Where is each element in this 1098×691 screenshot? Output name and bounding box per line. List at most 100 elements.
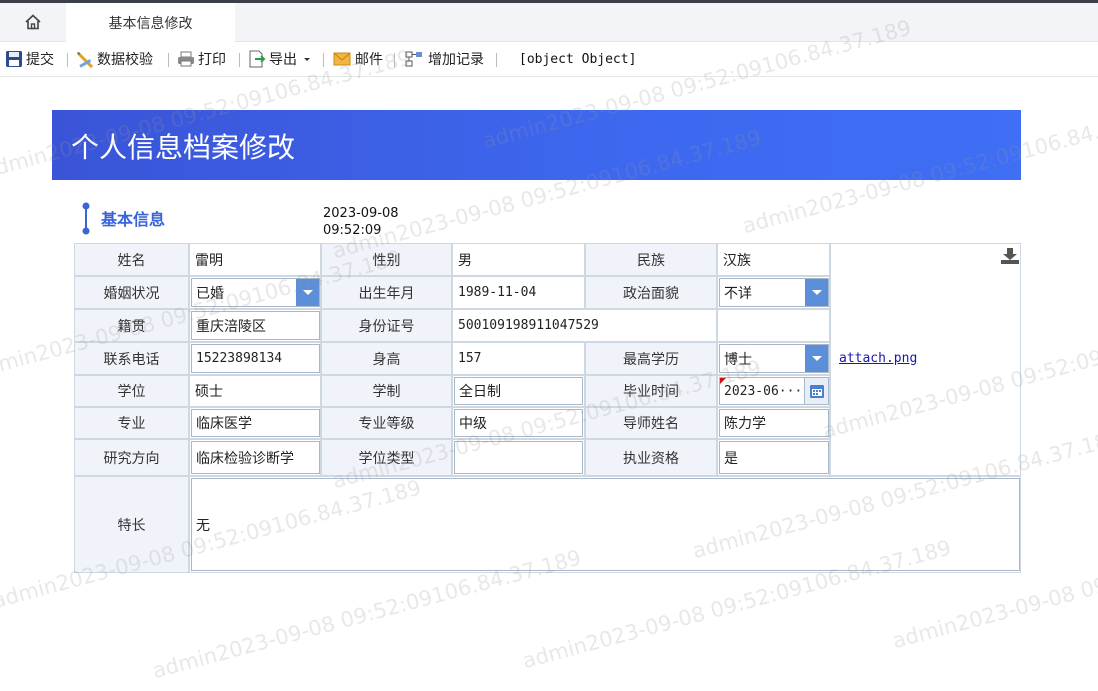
political-value: 不详 (724, 285, 752, 302)
add-record-button[interactable]: 增加记录 (403, 42, 484, 76)
add-record-icon (405, 51, 422, 67)
idcard-label: 身份证号 (321, 309, 452, 342)
political-dropdown-button[interactable] (805, 279, 828, 306)
schooling-label: 学制 (321, 375, 452, 407)
license-input[interactable]: 是 (719, 441, 829, 474)
section-date: 2023-09-08 (323, 206, 399, 221)
marital-value: 已婚 (196, 285, 224, 302)
birth-label: 出生年月 (321, 276, 452, 309)
tutor-value: 陈力学 (724, 416, 766, 432)
save-icon (6, 51, 22, 67)
marital-label: 婚姻状况 (74, 276, 189, 309)
mail-label: 邮件 (355, 52, 383, 68)
home-icon (25, 14, 41, 30)
pencil-ruler-icon (76, 51, 94, 68)
toolbar-divider (496, 53, 497, 67)
print-label: 打印 (198, 52, 226, 68)
validate-label: 数据校验 (97, 52, 153, 68)
major-value: 临床医学 (196, 416, 252, 432)
export-button[interactable]: 导出 (248, 42, 312, 76)
name-label: 姓名 (74, 243, 189, 276)
edu-label: 最高学历 (585, 342, 717, 375)
download-icon[interactable] (1000, 247, 1020, 265)
native-cell: 重庆涪陵区 (189, 309, 321, 342)
changed-marker-icon (720, 378, 726, 384)
edu-dropdown-button[interactable] (805, 345, 828, 372)
empty-cell (717, 309, 830, 342)
license-label: 执业资格 (585, 439, 717, 476)
section-time: 09:52:09 (323, 223, 382, 238)
phone-label: 联系电话 (74, 342, 189, 375)
marital-dropdown-button[interactable] (296, 279, 319, 306)
envelope-icon (333, 52, 351, 66)
political-label: 政治面貌 (585, 276, 717, 309)
mail-button[interactable]: 邮件 (332, 42, 383, 76)
edu-cell: 博士 (717, 342, 830, 375)
toolbar: 提交 数据校验 打印 导出 邮件 增加记录 [object Object] (0, 42, 1098, 77)
political-cell: 不详 (717, 276, 830, 309)
edu-value: 博士 (724, 351, 752, 368)
major-level-label: 专业等级 (321, 407, 452, 439)
marital-select[interactable]: 已婚 (191, 278, 320, 307)
tab-bar: 基本信息修改 (0, 3, 1098, 42)
license-value: 是 (724, 450, 738, 467)
schooling-input[interactable]: 全日制 (454, 377, 583, 405)
section-timestamp: 2023-09-08 09:52:09 (323, 205, 413, 239)
calendar-button[interactable] (804, 378, 828, 404)
grad-cell: 2023-06··· (717, 375, 830, 407)
dropdown-caret-icon (304, 58, 310, 61)
degree-type-input[interactable] (454, 441, 583, 474)
toolbar-divider (168, 53, 169, 67)
research-input[interactable]: 临床检验诊断学 (191, 441, 320, 474)
height-label: 身高 (321, 342, 452, 375)
page-title: 个人信息档案修改 (71, 131, 296, 164)
research-value: 临床检验诊断学 (196, 450, 294, 467)
native-input[interactable]: 重庆涪陵区 (191, 311, 320, 340)
home-tab[interactable] (0, 3, 66, 41)
tab-label: 基本信息修改 (108, 15, 193, 32)
validate-button[interactable]: 数据校验 (76, 42, 153, 76)
major-level-input[interactable]: 中级 (454, 409, 583, 437)
tutor-cell: 陈力学 (717, 407, 830, 439)
birth-value: 1989-11-04 (452, 276, 585, 309)
marital-cell: 已婚 (189, 276, 321, 309)
toolbar-divider (239, 53, 240, 67)
degree-value: 硕士 (189, 375, 321, 407)
phone-input[interactable]: 15223898134 (191, 344, 320, 373)
printer-icon (178, 51, 194, 67)
phone-value: 15223898134 (196, 351, 283, 366)
export-icon (249, 50, 266, 68)
degree-label: 学位 (74, 375, 189, 407)
tab-basic-info-edit[interactable]: 基本信息修改 (66, 3, 235, 42)
native-label: 籍贯 (74, 309, 189, 342)
ethnic-label: 民族 (585, 243, 717, 276)
ethnic-value: 汉族 (717, 243, 830, 276)
tutor-input[interactable]: 陈力学 (719, 409, 829, 437)
toolbar-divider (323, 53, 324, 67)
section-marker-icon (82, 202, 90, 235)
height-value: 157 (452, 342, 585, 375)
name-value: 雷明 (189, 243, 321, 276)
major-level-value: 中级 (459, 416, 487, 432)
degree-type-label: 学位类型 (321, 439, 452, 476)
calendar-icon (809, 385, 824, 398)
grad-date-input[interactable]: 2023-06··· (719, 377, 829, 405)
section-title: 基本信息 (101, 210, 166, 229)
print-button[interactable]: 打印 (177, 42, 226, 76)
grad-label: 毕业时间 (585, 375, 717, 407)
submit-button[interactable]: 提交 (5, 42, 54, 76)
attachment-link[interactable]: attach.png (839, 351, 917, 366)
schooling-cell: 全日制 (452, 375, 585, 407)
toolbar-divider (394, 53, 395, 67)
gender-label: 性别 (321, 243, 452, 276)
schooling-value: 全日制 (459, 384, 501, 400)
edu-select[interactable]: 博士 (719, 344, 829, 373)
phone-cell: 15223898134 (189, 342, 321, 375)
major-input[interactable]: 临床医学 (191, 409, 320, 437)
political-select[interactable]: 不详 (719, 278, 829, 307)
research-label: 研究方向 (74, 439, 189, 476)
specialty-textarea[interactable]: 无 (191, 478, 1020, 571)
grad-value: 2023-06··· (724, 383, 803, 399)
export-label: 导出 (269, 52, 297, 68)
major-cell: 临床医学 (189, 407, 321, 439)
